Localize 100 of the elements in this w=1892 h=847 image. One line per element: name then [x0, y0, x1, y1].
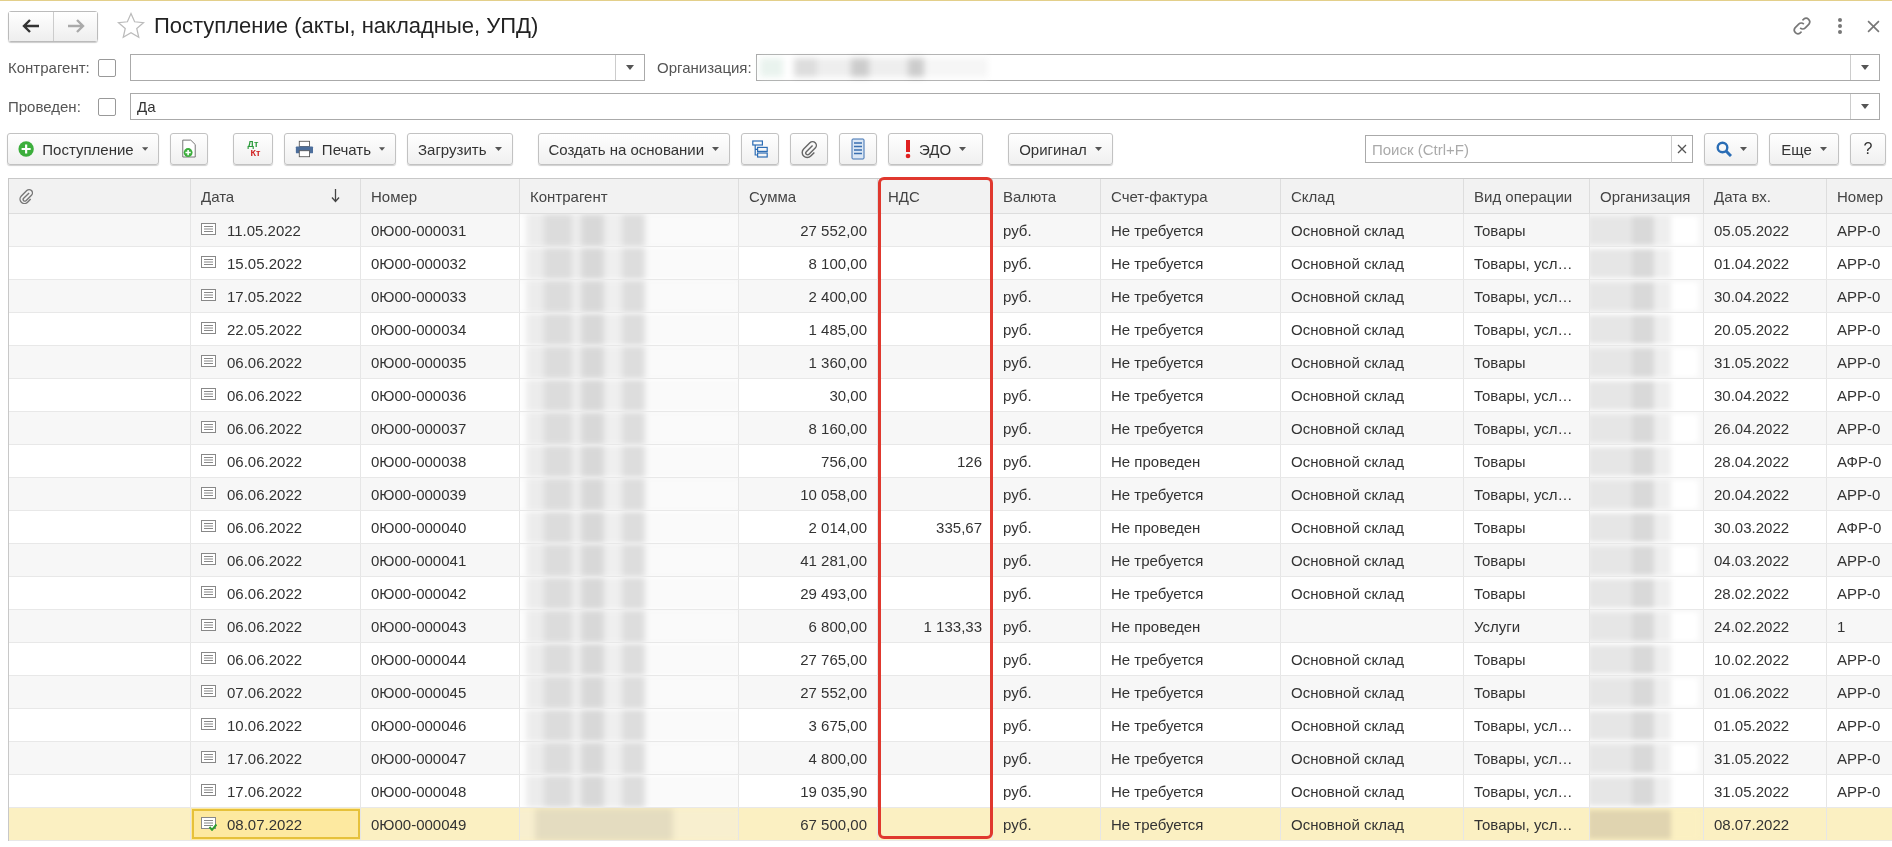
toolbar-icon-button[interactable]: [170, 133, 208, 165]
organization-field[interactable]: [755, 54, 1880, 81]
column-header[interactable]: Вид операции: [1464, 179, 1590, 213]
toolbar-icon-button[interactable]: [839, 133, 878, 165]
table-cell: Не требуется: [1111, 254, 1204, 272]
toolbar-button[interactable]: ЭДО: [888, 133, 984, 165]
table-cell: АРР-0: [1837, 650, 1881, 668]
paperclip-icon: [801, 139, 818, 159]
toolbar-button[interactable]: Поступление: [7, 133, 159, 165]
table-cell: 0Ю00-000038: [371, 452, 467, 470]
table-cell: Не требуется: [1111, 782, 1204, 800]
table-cell: 06.06.2022: [227, 419, 303, 437]
caret-icon: [1861, 65, 1869, 70]
table-cell: руб.: [1003, 518, 1032, 536]
table-cell: 41 281,00: [800, 551, 867, 569]
table-cell: руб.: [1003, 320, 1032, 338]
table-cell: 06.06.2022: [227, 551, 303, 569]
more-icon[interactable]: [1837, 17, 1843, 35]
toolbar-icon-button[interactable]: [741, 133, 780, 165]
table-cell: АРР-0: [1837, 254, 1881, 272]
table-cell: 30.04.2022: [1714, 287, 1790, 305]
toolbar-button[interactable]: Создать на основании: [537, 133, 731, 165]
column-header[interactable]: Номер: [1827, 179, 1892, 213]
table-cell: АРР-0: [1837, 716, 1881, 734]
star-icon[interactable]: [116, 11, 146, 41]
table-cell: 1: [1837, 617, 1846, 635]
table-cell: 07.06.2022: [227, 683, 303, 701]
table-cell: 756,00: [821, 452, 867, 470]
table-cell: Не требуется: [1111, 419, 1204, 437]
column-header[interactable]: Валюта: [993, 179, 1101, 213]
toolbar-icon-button[interactable]: [790, 133, 829, 165]
toolbar-icon-button[interactable]: Дт Кт: [233, 133, 273, 165]
close-icon[interactable]: [1867, 19, 1880, 33]
table-cell: Основной склад: [1291, 683, 1404, 701]
plus-icon: [18, 140, 35, 158]
table-cell: Основной склад: [1291, 419, 1404, 437]
table-cell: 0Ю00-000036: [371, 386, 467, 404]
column-header[interactable]: Сумма: [739, 179, 878, 213]
posted-label: Проведен:: [8, 98, 82, 115]
table-cell: 27 765,00: [800, 650, 867, 668]
table-cell: 05.05.2022: [1714, 221, 1790, 239]
table-cell: 19 035,90: [800, 782, 867, 800]
table-cell: Основной склад: [1291, 287, 1404, 305]
table-cell: Товары, усл…: [1474, 485, 1573, 503]
table-cell: Товары, усл…: [1474, 320, 1573, 338]
toolbar-button[interactable]: Загрузить: [407, 133, 513, 165]
table-cell: 06.06.2022: [227, 353, 303, 371]
search-button[interactable]: [1704, 133, 1758, 165]
table-cell: 27 552,00: [800, 221, 867, 239]
table-cell: Не требуется: [1111, 320, 1204, 338]
table-cell: 31.05.2022: [1714, 353, 1790, 371]
posted-field[interactable]: Да: [130, 93, 1880, 120]
column-header[interactable]: Организация: [1590, 179, 1704, 213]
table-cell: 06.06.2022: [227, 485, 303, 503]
counterparty-checkbox[interactable]: [98, 58, 116, 77]
column-header[interactable]: Счет-фактура: [1101, 179, 1281, 213]
column-header[interactable]: НДС: [878, 179, 993, 213]
table-cell: 0Ю00-000034: [371, 320, 467, 338]
table-cell: 0Ю00-000035: [371, 353, 467, 371]
table-cell: Не проведен: [1111, 518, 1201, 536]
clear-button[interactable]: [1671, 135, 1693, 163]
table-cell: Основной склад: [1291, 320, 1404, 338]
posted-checkbox[interactable]: [98, 97, 116, 116]
table-cell: Не требуется: [1111, 749, 1204, 767]
link-icon[interactable]: [1791, 15, 1813, 37]
toolbar-button[interactable]: Оригинал: [1008, 133, 1113, 165]
table-cell: 0Ю00-000032: [371, 254, 467, 272]
counterparty-field[interactable]: [130, 54, 645, 81]
caret-icon: [1861, 104, 1869, 109]
table-cell: руб.: [1003, 452, 1032, 470]
table-cell: Товары: [1474, 353, 1526, 371]
search-field[interactable]: Поиск (Ctrl+F): [1365, 135, 1671, 163]
more-button[interactable]: Еще: [1769, 133, 1839, 165]
toolbar-button[interactable]: Печать: [284, 133, 396, 165]
table-cell: 67 500,00: [800, 815, 867, 833]
table-cell: АРР-0: [1837, 782, 1881, 800]
column-header[interactable]: Дата: [191, 179, 361, 213]
column-header[interactable]: Склад: [1281, 179, 1464, 213]
list-icon: [851, 138, 866, 160]
table-cell: Товары: [1474, 452, 1526, 470]
table-cell: 06.06.2022: [227, 617, 303, 635]
table-cell: 01.04.2022: [1714, 254, 1790, 272]
table-cell: 0Ю00-000047: [371, 749, 467, 767]
table-cell: 06.06.2022: [227, 518, 303, 536]
table-cell: 31.05.2022: [1714, 782, 1790, 800]
back-button[interactable]: [9, 11, 53, 41]
table-cell: 10 058,00: [800, 485, 867, 503]
help-button[interactable]: ?: [1850, 133, 1886, 165]
table-cell: 0Ю00-000031: [371, 221, 467, 239]
table-cell: 30,00: [829, 386, 867, 404]
column-header[interactable]: Дата вх.: [1704, 179, 1827, 213]
table-cell: Товары, усл…: [1474, 749, 1573, 767]
table-cell: Не проведен: [1111, 617, 1201, 635]
table-cell: 11.05.2022: [227, 221, 301, 239]
column-header[interactable]: Номер: [361, 179, 520, 213]
table-cell: руб.: [1003, 782, 1032, 800]
column-header[interactable]: Контрагент: [520, 179, 739, 213]
table-cell: 24.02.2022: [1714, 617, 1790, 635]
table-cell: АРР-0: [1837, 683, 1881, 701]
counterparty-label: Контрагент:: [8, 59, 90, 76]
